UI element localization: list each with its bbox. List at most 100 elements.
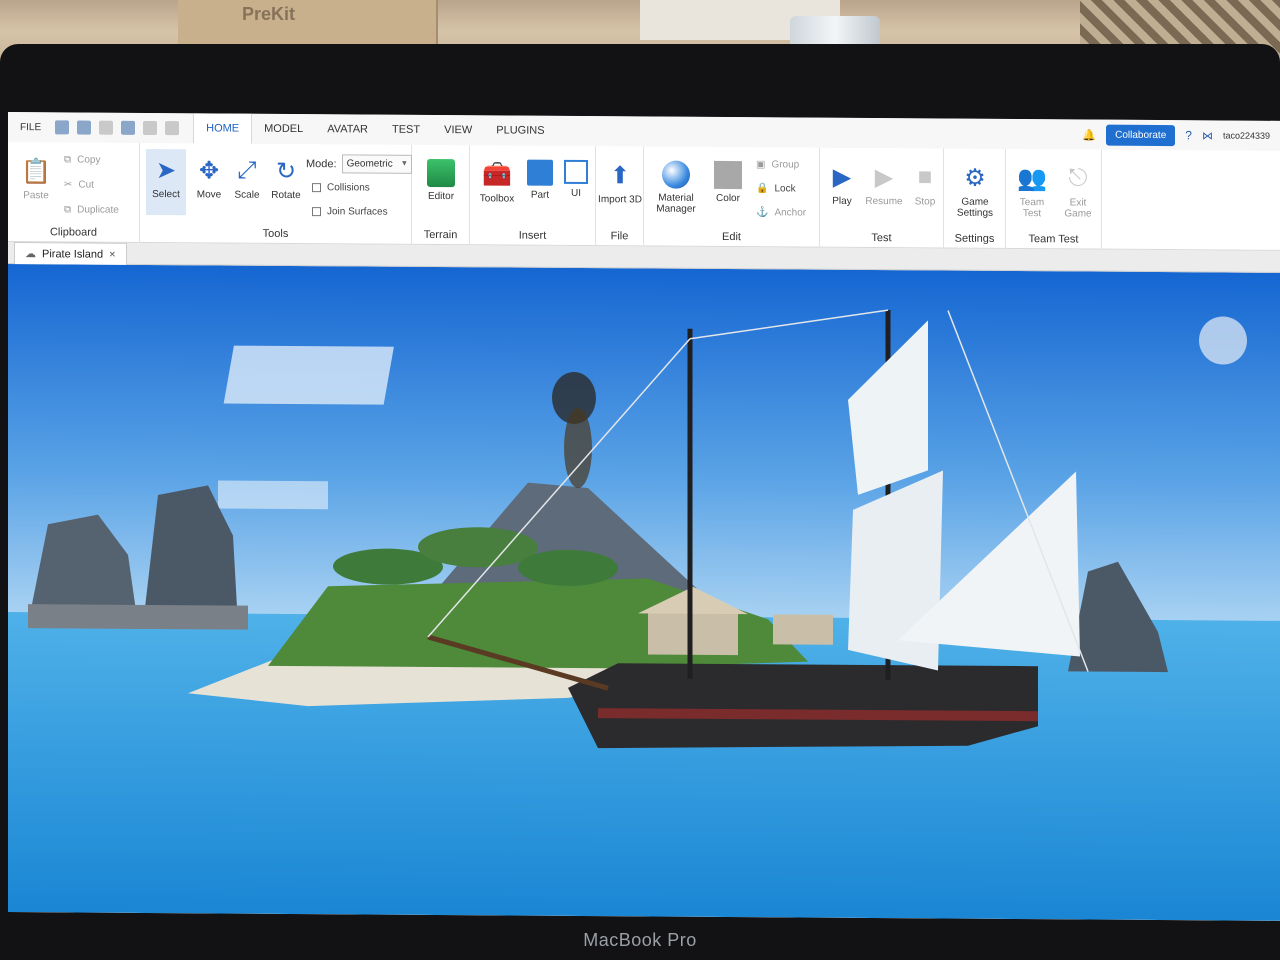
stop-button[interactable]: ■ Stop — [908, 162, 942, 207]
play-button[interactable]: ▶ Play — [824, 162, 860, 207]
ui-icon — [564, 159, 588, 185]
smoke-2 — [564, 407, 592, 488]
undo-icon[interactable] — [165, 121, 180, 136]
exit-game-button[interactable]: ⎋ Exit Game — [1056, 163, 1100, 219]
insert-group: 🧰 Toolbox Part UI Insert — [470, 145, 596, 247]
3d-viewport[interactable] — [8, 264, 1280, 921]
file-menu[interactable]: FILE — [20, 122, 41, 133]
gear-icon: ⚙ — [964, 164, 986, 192]
glare — [223, 345, 394, 405]
edit-group: Material Manager Color ▣ Group 🔒 Lock ⚓ Anc… — [644, 146, 820, 248]
help-icon[interactable]: ? — [1185, 128, 1192, 142]
topbar-right: 🔔 Collaborate ? ⋈ taco224339 — [1082, 124, 1270, 146]
collisions-toggle[interactable]: Collisions — [312, 182, 370, 194]
terrain-editor-button[interactable]: Editor — [418, 158, 464, 202]
settings-label: Settings — [954, 232, 995, 245]
document-tab[interactable]: ☁ Pirate Island × — [14, 242, 127, 265]
rotate-button[interactable]: ↻ Rotate — [266, 156, 306, 201]
tools-group: ➤ Select ✥ Move ⤢ Scale ↻ Rotate Mode: G… — [140, 142, 412, 245]
file-group: ⬆ Import 3D File — [596, 146, 644, 247]
toolbox-icon: 🧰 — [482, 160, 512, 189]
file-label: File — [610, 230, 629, 243]
ship-hull — [568, 663, 1038, 749]
team-test-button[interactable]: 👥 Team Test — [1010, 163, 1054, 220]
stop-small-icon[interactable] — [143, 120, 158, 136]
cut-button[interactable]: ✂ Cut — [64, 179, 94, 190]
share-icon[interactable]: ⋈ — [1202, 129, 1213, 142]
import-3d-button[interactable]: ⬆ Import 3D — [598, 160, 642, 206]
laptop-brand: MacBook Pro — [583, 930, 697, 950]
settings-group: ⚙ Game Settings Settings — [944, 148, 1006, 249]
mode-selector: Mode: Geometric — [306, 154, 412, 174]
resume-button[interactable]: ▶ Resume — [862, 162, 906, 208]
cloud-icon: ☁ — [25, 247, 36, 260]
tab-model[interactable]: MODEL — [252, 114, 315, 144]
test-label: Test — [871, 232, 892, 245]
collaborate-button[interactable]: Collaborate — [1106, 124, 1176, 146]
bell-icon[interactable]: 🔔 — [1082, 128, 1096, 141]
resume-icon: ▶ — [874, 163, 894, 191]
save-icon[interactable] — [121, 120, 136, 135]
color-button[interactable]: Color — [708, 160, 748, 204]
tab-avatar[interactable]: AVATAR — [315, 114, 380, 144]
publish-icon[interactable] — [77, 120, 92, 135]
edit-label: Edit — [722, 230, 741, 244]
join-surfaces-checkbox[interactable] — [312, 207, 321, 217]
toolbox-button[interactable]: 🧰 Toolbox — [474, 159, 520, 205]
laptop-screen: FILE HOME MODEL AVATAR TEST VIEW PLUGINS… — [8, 112, 1280, 921]
duplicate-icon: ⧉ — [64, 204, 72, 216]
hut — [648, 608, 738, 656]
move-icon: ✥ — [198, 156, 220, 184]
clipboard-label: Clipboard — [49, 226, 98, 239]
join-surfaces-toggle[interactable]: Join Surfaces — [312, 206, 388, 218]
view-cube-icon[interactable] — [1199, 316, 1247, 365]
close-icon[interactable]: × — [109, 243, 115, 265]
select-arrow-icon: ➤ — [155, 156, 177, 184]
quick-access-toolbar — [55, 120, 180, 136]
exit-game-icon: ⎋ — [1068, 164, 1088, 192]
import-icon: ⬆ — [609, 161, 631, 189]
terrain-label: Terrain — [423, 228, 458, 242]
cut-icon: ✂ — [64, 179, 73, 191]
paste-icon: 📋 — [21, 157, 51, 185]
tab-home[interactable]: HOME — [193, 113, 253, 144]
scene-render — [8, 264, 1280, 921]
username-label[interactable]: taco224339 — [1223, 130, 1270, 140]
lock-icon: 🔒 — [756, 183, 769, 195]
material-sphere-icon — [662, 160, 690, 189]
terrain-group: Editor Terrain — [412, 144, 470, 246]
move-button[interactable]: ✥ Move — [190, 155, 228, 201]
paste-button[interactable]: 📋 Paste — [16, 156, 56, 202]
hut-2 — [773, 614, 833, 645]
copy-button[interactable]: ⧉ Copy — [64, 154, 101, 165]
group-button[interactable]: ▣ Group — [756, 159, 799, 170]
anchor-button[interactable]: ⚓ Anchor — [756, 207, 806, 218]
new-file-icon[interactable] — [55, 120, 70, 135]
game-settings-button[interactable]: ⚙ Game Settings — [948, 163, 1002, 219]
duplicate-button[interactable]: ⧉ Duplicate — [64, 204, 119, 215]
collisions-checkbox[interactable] — [312, 183, 321, 193]
part-button[interactable]: Part — [522, 159, 558, 201]
tab-test[interactable]: TEST — [380, 115, 432, 145]
document-tab-title: Pirate Island — [42, 247, 104, 261]
team-test-label: Team Test — [1028, 233, 1079, 246]
tab-plugins[interactable]: PLUGINS — [484, 115, 556, 146]
clipboard-group: 📋 Paste ⧉ Copy ✂ Cut ⧉ Duplicate Clipboard — [8, 142, 140, 243]
copy-icon: ⧉ — [64, 154, 72, 166]
redo-icon[interactable] — [99, 120, 114, 135]
anchor-icon: ⚓ — [756, 207, 769, 219]
scale-button[interactable]: ⤢ Scale — [228, 156, 266, 201]
part-icon — [527, 159, 553, 186]
material-manager-button[interactable]: Material Manager — [648, 160, 704, 215]
scale-icon: ⤢ — [237, 156, 257, 184]
lock-button[interactable]: 🔒 Lock — [756, 183, 796, 194]
tab-view[interactable]: VIEW — [432, 115, 484, 145]
insert-label: Insert — [518, 229, 547, 242]
mode-dropdown[interactable]: Geometric — [341, 154, 412, 174]
terrain-editor-icon — [427, 158, 455, 188]
select-button[interactable]: ➤ Select — [146, 148, 186, 216]
team-test-group: 👥 Team Test ⎋ Exit Game Team Test — [1006, 148, 1102, 250]
stop-icon: ■ — [917, 163, 933, 191]
ui-button[interactable]: UI — [560, 159, 592, 199]
glare-2 — [218, 480, 328, 510]
